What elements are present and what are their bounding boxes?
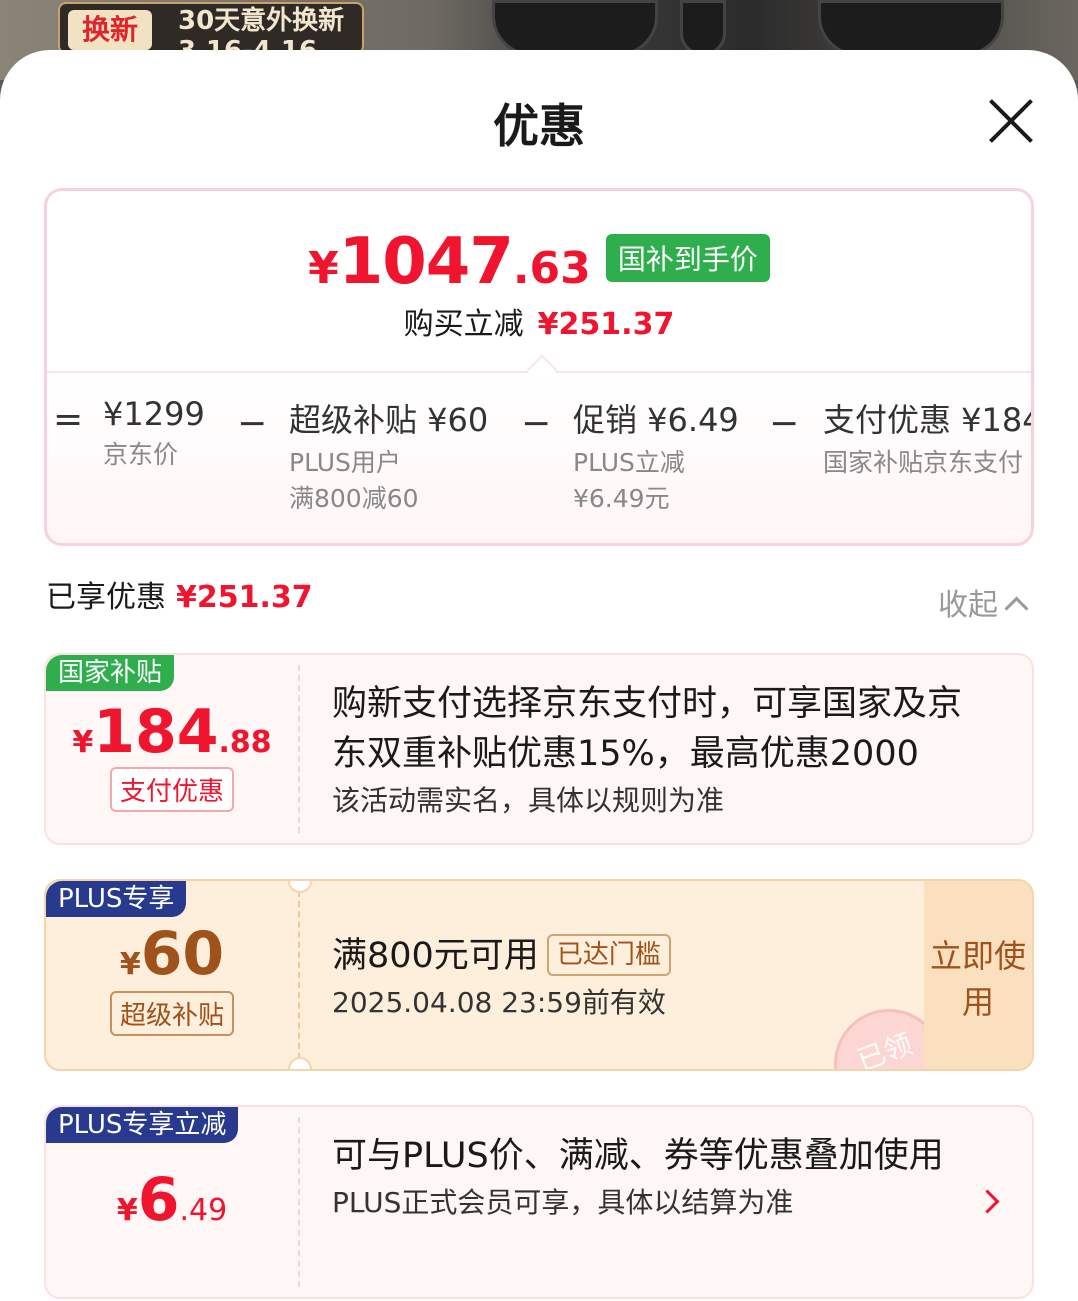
coupon-type-pill: 超级补贴 (109, 991, 234, 1036)
subsidy-price-badge: 国补到手价 (605, 234, 770, 282)
enjoyed-discount: 已享优惠 ¥251.37 (46, 572, 313, 616)
minus-sign: − (769, 403, 800, 444)
price-decimal: .63 (512, 243, 591, 294)
sheet-title: 优惠 (493, 99, 585, 153)
coupon-amount: ¥6.49 (116, 1165, 228, 1235)
coupon-line-1: 可与PLUS价、满减、券等优惠叠加使用 (332, 1136, 944, 1176)
saving-label: 购买立减 (403, 307, 524, 342)
chevron-up-icon (1004, 596, 1029, 621)
coupon-line-2: PLUS正式会员可享，具体以结算为准 (332, 1186, 794, 1219)
coupon-tag: 国家补贴 (46, 655, 175, 691)
minus-sign: − (237, 403, 268, 444)
equals-sign: = (53, 399, 84, 440)
collapse-button[interactable]: 收起 (938, 580, 1029, 624)
coupon-tag: PLUS专享立减 (46, 1107, 239, 1143)
promo-text: 30天意外换新 (178, 6, 345, 36)
minus-sign: − (521, 403, 552, 444)
final-price: ¥1047.63 国补到手价 (47, 225, 1031, 299)
component-main: 支付优惠 ¥184 (823, 401, 1034, 439)
promo-banner: 换新 30天意外换新 3.16-4.16 (58, 2, 364, 66)
coupon-national-subsidy: 国家补贴 ¥184.88 支付优惠 购新支付选择京东支付时，可享国家及京东双重补… (44, 653, 1034, 845)
coupon-divider (298, 1117, 300, 1287)
chevron-right-icon[interactable] (975, 1189, 1000, 1214)
use-now-button[interactable]: 立即使用 (924, 881, 1032, 1069)
coupon-tag: PLUS专享 (46, 881, 187, 917)
component-main: 超级补贴 ¥60 (289, 401, 489, 439)
promo-tag: 换新 (68, 10, 153, 50)
component-main: 促销 ¥6.49 (573, 401, 739, 439)
coupon-type-pill: 支付优惠 (109, 767, 234, 812)
coupon-line-2: 该活动需实名，具体以规则为准 (332, 784, 725, 817)
price-component-payment: 支付优惠 ¥184 国家补贴京东支付 (823, 395, 1034, 481)
ticket-notch (288, 881, 312, 893)
purchase-saving: 购买立减 ¥251.37 (47, 299, 1031, 343)
collapse-label: 收起 (938, 588, 998, 623)
divider-notch (526, 354, 558, 386)
earbud-stem (680, 0, 726, 56)
coupon-line-1: 满800元可用 (332, 936, 539, 976)
price-integer: 1047 (338, 225, 514, 299)
coupon-plus-super-subsidy: PLUS专享 ¥60 超级补贴 满800元可用 已达门槛 2025.04.08 2… (44, 879, 1034, 1071)
component-sub: 国家补贴京东支付 (823, 448, 1024, 477)
coupon-description: 可与PLUS价、满减、券等优惠叠加使用 PLUS正式会员可享，具体以结算为准 (332, 1131, 952, 1225)
coupon-amount: ¥184.88 (72, 697, 272, 767)
earbud-image-left (492, 0, 658, 56)
coupon-divider (298, 891, 300, 1059)
price-component-super-subsidy: 超级补贴 ¥60 PLUS用户 满800减60 (289, 395, 488, 517)
threshold-tag: 已达门槛 (546, 934, 671, 976)
price-summary-card: ¥1047.63 国补到手价 购买立减 ¥251.37 = ¥1299 京东价 −… (44, 188, 1034, 546)
enjoyed-value: ¥251.37 (176, 580, 313, 615)
ticket-notch (288, 1057, 312, 1069)
component-main: ¥1299 (103, 395, 205, 433)
price-component-jd: ¥1299 京东价 (103, 395, 205, 473)
component-sub: 满800减60 (289, 484, 419, 513)
component-sub: 京东价 (103, 440, 179, 469)
earbud-image-right (818, 0, 1004, 56)
component-sub: ¥6.49元 (573, 484, 670, 513)
saving-value: ¥251.37 (537, 307, 675, 342)
coupon-line-1: 购新支付选择京东支付时，可享国家及京东双重补贴优惠15%，最高优惠2000 (332, 684, 963, 774)
enjoyed-label: 已享优惠 (46, 580, 166, 615)
component-sub: PLUS用户 (289, 448, 401, 477)
discount-sheet: 优惠 ¥1047.63 国补到手价 购买立减 ¥251.37 = ¥1299 京东… (0, 50, 1078, 1301)
coupon-plus-instant-discount[interactable]: PLUS专享立减 ¥6.49 可与PLUS价、满减、券等优惠叠加使用 PLUS正… (44, 1105, 1034, 1299)
close-icon[interactable] (986, 96, 1036, 146)
coupon-divider (298, 665, 300, 833)
price-component-promotion: 促销 ¥6.49 PLUS立减 ¥6.49元 (573, 395, 739, 517)
price-currency: ¥ (308, 243, 339, 294)
coupon-amount: ¥60 (119, 919, 225, 989)
component-sub: PLUS立减 (573, 448, 685, 477)
coupon-description: 购新支付选择京东支付时，可享国家及京东双重补贴优惠15%，最高优惠2000 该活… (332, 679, 992, 823)
